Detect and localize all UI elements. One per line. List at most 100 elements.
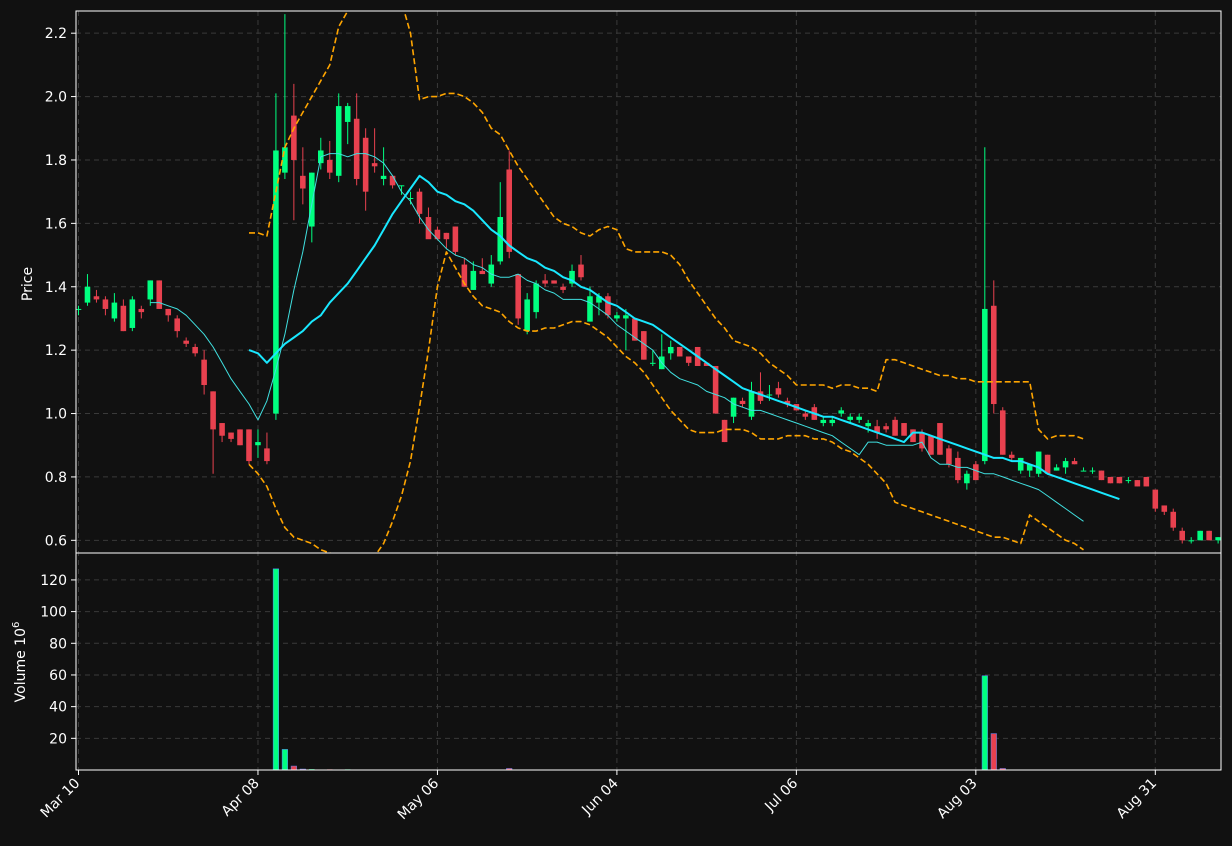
candle-body [892,419,898,436]
candle-body [766,394,773,396]
price-tick-label: 0.6 [45,533,67,549]
chart-background [0,0,1232,842]
candle-body [300,175,306,189]
candle-body [1098,470,1105,481]
candle-body [201,359,207,386]
candle-body [712,365,719,414]
candle-body [264,448,270,462]
candle-body [470,270,477,290]
candle-body [928,435,934,455]
candle-body [730,397,737,417]
candle-body [138,308,145,313]
candle-body [883,426,889,430]
candle-body [1008,454,1015,458]
volume-tick-label: 100 [40,605,67,621]
candle-body [174,318,180,332]
candle-body [533,283,539,313]
candle-body [856,416,862,420]
candle-body [416,191,423,214]
candle-body [1116,476,1123,484]
candle-body [156,280,163,309]
candle-body [1107,476,1114,484]
candle-body [991,305,997,405]
candle-body [335,106,342,176]
volume-bar [981,675,988,771]
candle-body [452,226,459,252]
candle-body [246,429,252,462]
candle-body [506,169,513,252]
candle-body [76,308,82,310]
candle-body [1152,489,1159,509]
volume-axis-label-text: Volume 10 [13,628,29,702]
candle-body [802,413,809,417]
candle-body [1062,461,1069,468]
candle-body [353,118,360,179]
candle-body [192,346,198,354]
candle-body [1170,511,1177,528]
candle-body [1143,476,1150,487]
candle-body [524,299,530,332]
candle-body [380,175,387,179]
volume-tick-label: 20 [49,731,67,747]
candle-body [344,106,351,122]
candle-body [685,356,692,363]
candle-body [551,280,557,284]
candle-body [147,280,154,300]
candle-body [255,442,261,446]
candle-body [838,410,845,414]
price-axis-label: Price [20,267,36,301]
candle-body [650,362,656,364]
volume-tick-label: 80 [49,636,67,652]
candle-body [999,410,1006,455]
candle-body [739,400,746,405]
candle-body [84,286,91,303]
candle-body [1017,457,1024,471]
candle-body [865,423,871,427]
candle-body [93,296,100,300]
candlestick-chart: Mar 10 Apr 08 May 06 Jun 04 Jul 06 Aug 03 Aug … [0,0,1232,842]
volume-axis-label-exponent: 6 [11,622,22,628]
candle-body [820,419,827,424]
candle-body [901,423,907,436]
candle-body [560,286,566,290]
candle-body [1089,470,1096,472]
candle-body [111,302,118,319]
candle-body [973,464,979,481]
candle-body [1080,470,1087,472]
volume-axis-label: Volume 106 [11,622,29,703]
candle-body [389,175,396,186]
price-tick-label: 1.2 [45,343,67,359]
volume-bar [281,749,288,771]
candle-body [479,270,486,275]
candle-body [165,308,172,316]
price-tick-label: 2.2 [45,26,67,42]
candle-body [982,308,988,462]
candle-body [721,419,728,443]
candle-body [1053,467,1060,471]
candle-body [1206,530,1212,541]
candle-body [605,296,611,316]
candle-body [515,274,521,319]
candle-body [309,172,315,227]
volume-bar [272,568,279,771]
volume-tick-label: 40 [49,700,67,716]
candle-body [183,340,189,344]
candle-body [614,315,620,319]
candle-body [847,416,853,420]
candle-body [748,391,755,417]
price-tick-label: 2.0 [45,90,67,106]
candle-body [219,423,225,436]
candle-body [120,305,127,332]
candle-body [1215,537,1221,541]
candle-body [578,264,584,278]
candle-body [362,137,369,192]
candle-body [326,159,333,173]
candle-body [1134,480,1141,487]
candle-body [1188,540,1194,542]
candle-body [623,315,629,319]
candle-body [291,115,297,160]
candle-body [1071,461,1078,465]
candle-body [1035,451,1042,474]
volume-tick-label: 60 [49,668,67,684]
candle-body [1161,505,1168,512]
